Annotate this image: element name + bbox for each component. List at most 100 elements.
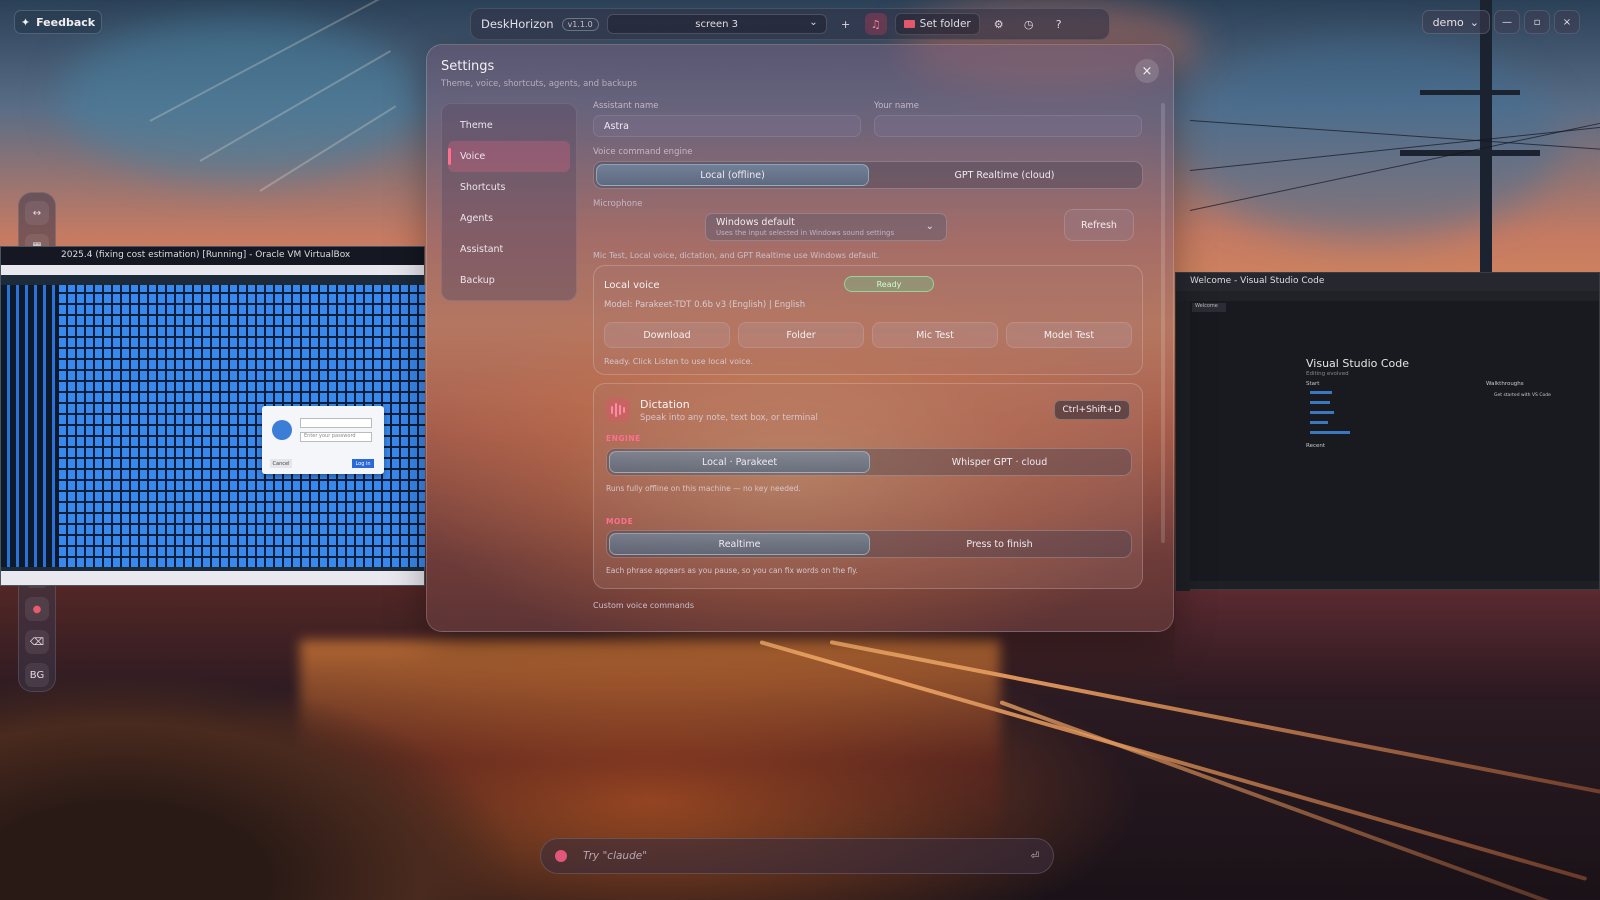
maximize-icon: ▫ <box>1533 16 1541 28</box>
eraser-tool[interactable]: ⌫ <box>25 630 49 654</box>
vscode-walkthrough-item[interactable]: Get started with VS Code <box>1494 393 1551 398</box>
assistant-name-label: Assistant name <box>593 101 659 111</box>
mic-test-button[interactable]: Mic Test <box>872 322 998 348</box>
vm-cancel-button[interactable]: Cancel <box>270 459 292 468</box>
nav-item-shortcuts[interactable]: Shortcuts <box>448 172 570 203</box>
nav-item-theme[interactable]: Theme <box>448 110 570 141</box>
local-voice-actions: Download Folder Mic Test Model Test <box>604 322 1132 348</box>
voice-engine-local[interactable]: Local (offline) <box>596 164 869 186</box>
nav-item-label: Backup <box>460 275 495 286</box>
sparkle-icon: ✦ <box>20 15 31 29</box>
vscode-start-link[interactable] <box>1310 431 1350 434</box>
vscode-menubar <box>1176 291 1599 301</box>
dictation-engine-toggle: Local · Parakeet Whisper GPT · cloud <box>606 448 1132 476</box>
vm-password-field[interactable]: Enter your password <box>300 432 372 442</box>
record-tool[interactable]: ● <box>25 597 49 621</box>
background-tool[interactable]: BG <box>25 663 49 687</box>
dictation-engine-whisper[interactable]: Whisper GPT · cloud <box>870 451 1129 473</box>
microphone-select[interactable]: Windows default Uses the input selected … <box>705 213 947 241</box>
vscode-tab-welcome[interactable]: Welcome <box>1192 303 1226 312</box>
vscode-window[interactable]: Welcome - Visual Studio Code Welcome Vis… <box>1175 272 1600 591</box>
nav-item-label: Shortcuts <box>460 182 506 193</box>
command-bar[interactable]: Try "claude" ⏎ <box>540 838 1054 874</box>
settings-nav: Theme Voice Shortcuts Agents Assistant B… <box>441 103 577 301</box>
dictation-card: Dictation Speak into any note, text box,… <box>593 383 1143 589</box>
app-name: DeskHorizon <box>481 17 554 31</box>
vscode-heading: Visual Studio Code <box>1306 357 1410 370</box>
minimize-button[interactable]: — <box>1494 10 1520 34</box>
command-input[interactable]: Try "claude" <box>583 850 1031 862</box>
vscode-subheading: Editing evolved <box>1306 371 1349 377</box>
assistant-name-input[interactable]: Astra <box>593 115 861 137</box>
dictation-mode-realtime[interactable]: Realtime <box>609 533 870 555</box>
chevron-down-icon: ⌄ <box>809 17 818 28</box>
custom-commands-label: Custom voice commands <box>593 601 695 610</box>
vscode-activity-bar <box>1176 301 1190 591</box>
vscode-start-label: Start <box>1306 381 1320 387</box>
model-test-button[interactable]: Model Test <box>1006 322 1132 348</box>
download-button[interactable]: Download <box>604 322 730 348</box>
music-button[interactable]: ♫ <box>864 13 887 35</box>
maximize-button[interactable]: ▫ <box>1524 10 1550 34</box>
folder-button[interactable]: Folder <box>738 322 864 348</box>
nav-item-assistant[interactable]: Assistant <box>448 234 570 265</box>
vscode-start-link[interactable] <box>1310 401 1330 404</box>
history-button[interactable]: ◷ <box>1018 13 1040 35</box>
vm-username-field[interactable] <box>300 418 372 428</box>
help-button[interactable]: ? <box>1048 13 1070 35</box>
close-icon: × <box>1562 16 1572 28</box>
microphone-icon[interactable] <box>555 850 567 862</box>
engine-tag: ENGINE <box>606 434 641 443</box>
set-folder-button[interactable]: Set folder <box>894 13 980 35</box>
vm-login-button[interactable]: Log in <box>352 459 374 468</box>
nav-item-backup[interactable]: Backup <box>448 265 570 296</box>
screen-select-value: screen 3 <box>695 18 739 30</box>
dictation-mode-press[interactable]: Press to finish <box>870 533 1129 555</box>
close-settings-button[interactable]: × <box>1135 59 1159 83</box>
record-icon: ● <box>32 603 42 615</box>
local-voice-card: Local voice Ready Model: Parakeet-TDT 0.… <box>593 265 1143 375</box>
dictation-engine-local[interactable]: Local · Parakeet <box>609 451 870 473</box>
vscode-start-link[interactable] <box>1310 411 1334 414</box>
feedback-button[interactable]: ✦ Feedback <box>14 10 102 34</box>
eraser-icon: ⌫ <box>29 636 45 648</box>
voice-engine-label: Voice command engine <box>593 147 693 157</box>
virtualbox-title: 2025.4 (fixing cost estimation) [Running… <box>1 247 424 265</box>
nav-item-voice[interactable]: Voice <box>448 141 570 172</box>
nav-item-label: Theme <box>460 120 493 131</box>
settings-button[interactable]: ⚙ <box>988 13 1010 35</box>
clock-icon: ◷ <box>1023 17 1034 31</box>
close-window-button[interactable]: × <box>1554 10 1580 34</box>
user-label: demo <box>1432 15 1464 29</box>
move-tool[interactable]: ↔ <box>25 201 49 225</box>
feedback-label: Feedback <box>36 15 96 29</box>
nav-item-agents[interactable]: Agents <box>448 203 570 234</box>
vscode-title: Welcome - Visual Studio Code <box>1176 273 1599 291</box>
mode-tag: MODE <box>606 517 634 526</box>
refresh-button[interactable]: Refresh <box>1064 209 1134 241</box>
voice-engine-gpt[interactable]: GPT Realtime (cloud) <box>869 164 1140 186</box>
enter-icon[interactable]: ⏎ <box>1031 851 1039 862</box>
local-voice-status-line: Ready. Click Listen to use local voice. <box>604 357 754 366</box>
vscode-start-link[interactable] <box>1310 391 1332 394</box>
settings-dialog: Settings Theme, voice, shortcuts, agents… <box>426 44 1174 632</box>
voice-engine-toggle: Local (offline) GPT Realtime (cloud) <box>593 161 1143 189</box>
vscode-start-link[interactable] <box>1310 421 1328 424</box>
help-icon: ? <box>1055 17 1062 31</box>
nav-item-label: Voice <box>460 151 486 162</box>
microphone-value: Windows default <box>716 217 795 228</box>
dictation-subtitle: Speak into any note, text box, or termin… <box>640 413 818 423</box>
settings-scrollbar[interactable] <box>1161 103 1165 543</box>
your-name-input[interactable] <box>874 115 1142 137</box>
settings-title: Settings <box>441 59 495 74</box>
dictation-shortcut[interactable]: Ctrl+Shift+D <box>1053 400 1130 420</box>
screen-select[interactable]: screen 3 ⌄ <box>606 14 827 34</box>
mode-note: Each phrase appears as you pause, so you… <box>606 566 858 575</box>
nav-item-label: Agents <box>460 213 494 224</box>
move-icon: ↔ <box>32 207 42 219</box>
your-name-label: Your name <box>874 101 919 111</box>
gear-icon: ⚙ <box>993 17 1004 31</box>
user-menu-button[interactable]: demo ⌄ <box>1421 10 1490 34</box>
add-screen-button[interactable]: + <box>835 13 857 35</box>
local-voice-title: Local voice <box>604 280 660 291</box>
